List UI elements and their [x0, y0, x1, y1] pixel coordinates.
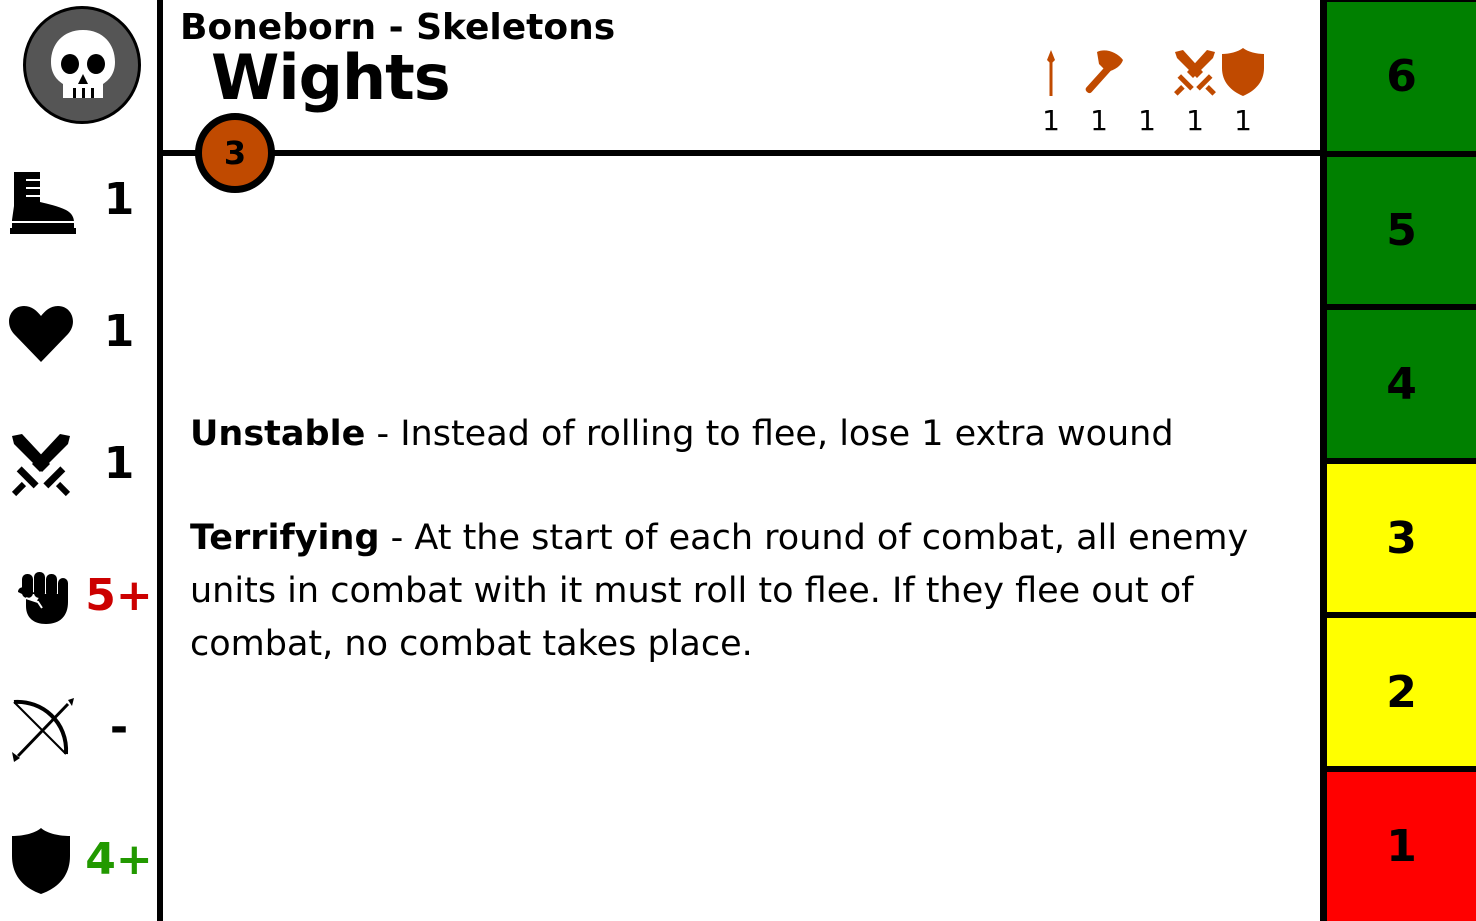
stat-attacks: 1 [0, 424, 158, 504]
keyword-value: 1 [1042, 104, 1060, 137]
ability-terrifying: Terrifying - At the start of each round … [190, 512, 1300, 671]
wound-cell-6: 6 [1327, 2, 1476, 151]
wound-cell-2: 2 [1327, 618, 1476, 766]
heart-icon [9, 306, 73, 362]
boot-icon [10, 172, 76, 234]
wound-cell-5: 5 [1327, 157, 1476, 304]
stat-save: 4+ [0, 820, 158, 900]
shield-icon [1222, 48, 1264, 96]
crossed-swords-icon [11, 434, 71, 497]
stat-ranged: - [0, 688, 158, 768]
header-divider [163, 150, 1320, 156]
stat-melee: 5+ [0, 556, 158, 636]
keyword-sword: 1 [1123, 46, 1171, 140]
sword-icon [1123, 46, 1171, 98]
crossed-swords-icon [1174, 50, 1216, 96]
ability-separator: - [379, 518, 415, 558]
stat-column: 1 1 1 5+ - 4+ [0, 0, 158, 921]
keyword-axe: 1 [1075, 46, 1123, 140]
faction-logo [23, 6, 141, 124]
keyword-shield: 1 [1219, 46, 1267, 140]
wound-track: 6 5 4 3 2 1 [1320, 0, 1476, 921]
wound-cell-1: 1 [1327, 772, 1476, 921]
card-header: Boneborn - Skeletons Wights 1 1 1 1 1 [163, 0, 1320, 150]
skull-icon [51, 30, 115, 98]
fist-icon [18, 572, 68, 624]
stat-movement: 1 [0, 160, 158, 240]
stat-health: 1 [0, 292, 158, 372]
stat-value: 1 [103, 174, 135, 225]
keyword-crossed-swords: 1 [1171, 46, 1219, 140]
stat-value: 5+ [85, 570, 153, 621]
axe-icon [1085, 50, 1123, 94]
ability-unstable: Unstable - Instead of rolling to flee, l… [190, 408, 1300, 461]
keyword-value: 1 [1234, 104, 1252, 137]
keyword-value: 1 [1090, 104, 1108, 137]
stat-value: 4+ [85, 834, 153, 885]
wound-cell-3: 3 [1327, 464, 1476, 612]
abilities-list: Unstable - Instead of rolling to flee, l… [190, 408, 1300, 722]
wound-cell-4: 4 [1327, 310, 1476, 458]
stat-value: - [109, 702, 129, 753]
keyword-spear: 1 [1027, 46, 1075, 140]
shield-icon [12, 828, 70, 894]
stat-value: 1 [103, 306, 135, 357]
ability-text: Instead of rolling to flee, lose 1 extra… [400, 414, 1174, 454]
ability-separator: - [365, 414, 401, 454]
keyword-value: 1 [1186, 104, 1204, 137]
unit-name: Wights [211, 41, 451, 114]
bow-icon [12, 698, 74, 762]
points-badge: 3 [195, 113, 275, 193]
ability-name: Terrifying [190, 518, 380, 558]
stat-value: 1 [103, 438, 135, 489]
keyword-value: 1 [1138, 104, 1156, 137]
ability-name: Unstable [190, 414, 366, 454]
spear-icon [1047, 50, 1055, 96]
